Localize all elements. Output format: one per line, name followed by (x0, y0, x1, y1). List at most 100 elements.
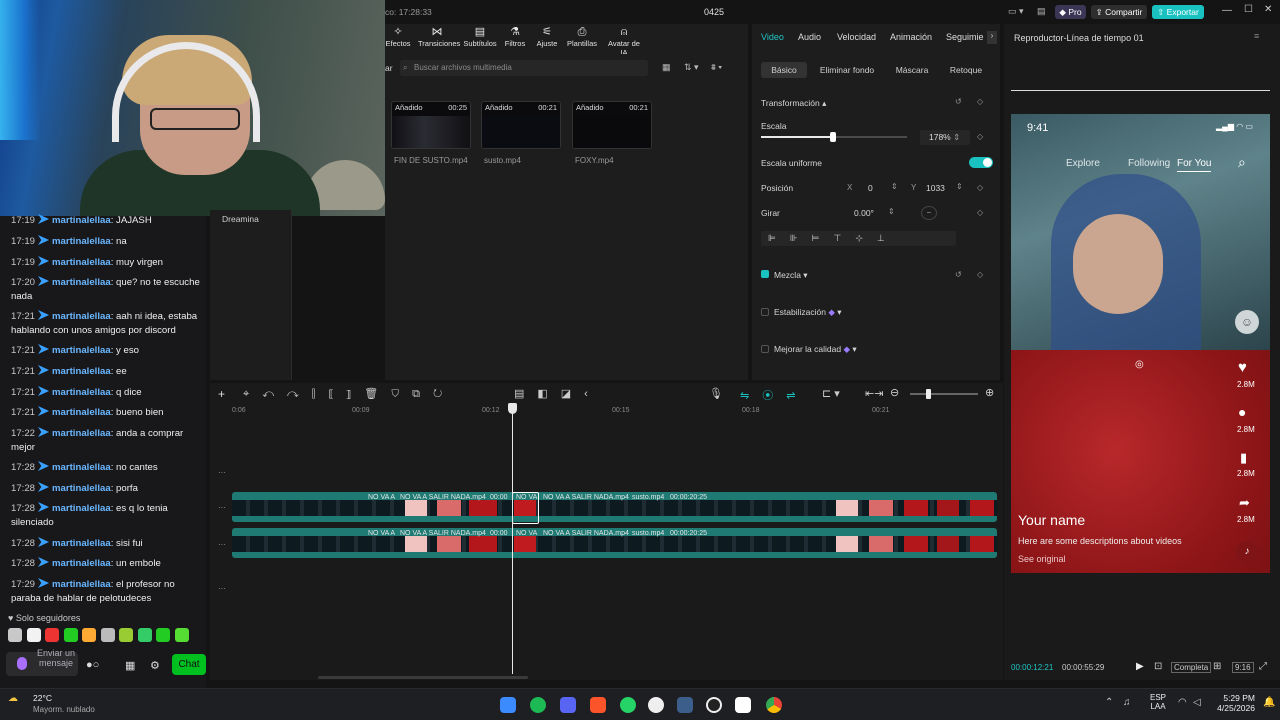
track-handle[interactable]: ⋯ (218, 584, 226, 593)
phone-tab-following[interactable]: Following (1128, 158, 1170, 169)
rotate-input[interactable]: 0.00° (854, 208, 874, 218)
share-icon[interactable]: ➦ (1239, 495, 1250, 511)
transform-section[interactable]: Transformación ▴ (761, 98, 826, 109)
chat-username[interactable]: martinalellaa (52, 538, 111, 549)
headset-icon[interactable]: ♫ (1123, 697, 1131, 708)
track-handle[interactable]: ⋯ (218, 503, 226, 512)
chat-username[interactable]: martinalellaa (52, 277, 111, 288)
share-button[interactable]: ⇪ Compartir (1091, 5, 1147, 19)
phone-tab-for-you[interactable]: For You (1177, 158, 1212, 172)
wifi-icon[interactable]: ◠ (1178, 697, 1187, 708)
pos-y-input[interactable]: 1033 (926, 183, 945, 193)
export-button[interactable]: ⇧ Exportar (1152, 5, 1204, 19)
weather-desc[interactable]: Mayorm. nublado (33, 705, 95, 714)
tab-animation[interactable]: Animación (890, 32, 932, 42)
minimize-icon[interactable]: — (1222, 5, 1232, 16)
dreamina-item[interactable]: Dreamina (222, 214, 259, 224)
subtab-retouch[interactable]: Retoque (945, 62, 987, 78)
import-button[interactable]: ar (385, 63, 393, 73)
timeline-scrollbar[interactable] (318, 676, 528, 679)
layout-icon[interactable]: ▭ ▾ (1008, 6, 1024, 17)
scale-input[interactable]: 178% ⇕ (920, 130, 970, 145)
see-original-link[interactable]: See original (1018, 554, 1066, 564)
volume-icon[interactable]: ◁ (1193, 697, 1201, 708)
keyframe-icon[interactable]: ◇ (977, 97, 983, 106)
store-icon[interactable]: ▦ (125, 659, 135, 672)
keyframe-icon[interactable]: ◇ (977, 183, 983, 192)
quality-dropdown[interactable]: Completa (1171, 662, 1212, 673)
ratio-dropdown[interactable]: 9:16 (1232, 662, 1254, 673)
zoom-handle[interactable] (926, 389, 931, 399)
close-icon[interactable]: ✕ (1264, 4, 1272, 15)
emote-icon[interactable] (119, 628, 133, 642)
discord-icon[interactable] (560, 697, 576, 713)
subtab-remove-bg[interactable]: Eliminar fondo (816, 62, 878, 78)
stepper-icon[interactable]: ⇕ (956, 182, 963, 191)
chat-username[interactable]: martinalellaa (52, 503, 111, 514)
stepper-icon[interactable]: ⇕ (888, 207, 895, 216)
tab-audio[interactable]: Audio (798, 32, 821, 42)
enhance-checkbox[interactable] (761, 345, 769, 353)
playhead-handle[interactable] (508, 403, 517, 414)
snap-tools[interactable]: ⇋⦿⇌ (740, 387, 808, 403)
emote-icon[interactable] (45, 628, 59, 642)
tool-subtitles[interactable]: ▤ Subtítulos (461, 25, 499, 48)
scale-slider-handle[interactable] (829, 132, 836, 142)
obs-icon[interactable] (706, 697, 722, 713)
reset-icon[interactable]: ↺ (955, 270, 962, 279)
align-buttons[interactable]: ⊫⊪⊨⊤⊹⊥ (761, 231, 956, 246)
chat-username[interactable]: martinalellaa (52, 311, 111, 322)
bits-icon[interactable]: ●○ (86, 659, 99, 671)
tab-video[interactable]: Video (761, 32, 784, 42)
emote-icon[interactable] (137, 628, 152, 642)
edit-tools-2[interactable]: ▤◧◪‹ (514, 387, 601, 400)
zoom-out-icon[interactable]: ⊖ (890, 386, 899, 399)
zoom-in-icon[interactable]: ⊕ (985, 386, 994, 399)
phone-tab-explore[interactable]: Explore (1066, 158, 1100, 169)
emote-icon[interactable] (26, 628, 41, 642)
github-icon[interactable] (648, 697, 664, 713)
chat-username[interactable]: martinalellaa (52, 215, 111, 226)
notification-icon[interactable]: 🔔 (1263, 697, 1275, 708)
chat-username[interactable]: martinalellaa (52, 257, 111, 268)
mic-icon[interactable]: 🎙 (709, 387, 723, 400)
chat-username[interactable]: martinalellaa (52, 483, 111, 494)
chat-username[interactable]: martinalellaa (52, 345, 111, 356)
gear-icon[interactable]: ⚙ (150, 659, 160, 672)
tab-speed[interactable]: Velocidad (837, 32, 876, 42)
subtab-mask[interactable]: Máscara (890, 62, 934, 78)
chat-username[interactable]: martinalellaa (52, 558, 111, 569)
uniform-scale-toggle[interactable] (969, 157, 993, 168)
keyframe-icon[interactable]: ◇ (977, 132, 983, 141)
emote-icon[interactable] (156, 628, 170, 642)
keyframe-icon[interactable]: ◇ (977, 208, 983, 217)
emote-icon[interactable] (63, 628, 78, 642)
search-icon[interactable]: ⌕ (1238, 154, 1246, 171)
preview-axis-icon[interactable]: ⊏ ▾ (822, 387, 840, 400)
snapshot-icon[interactable]: ⊡ (1154, 661, 1162, 672)
chat-username[interactable]: martinalellaa (52, 236, 111, 247)
bookmark-icon[interactable]: ▮ (1240, 450, 1247, 466)
windows-start-icon[interactable] (500, 697, 516, 713)
fit-icon[interactable]: ⊞ (1213, 661, 1221, 672)
chevron-right-icon[interactable]: › (987, 31, 997, 44)
steam-icon[interactable] (677, 697, 693, 713)
avatar[interactable]: ☺ (1235, 310, 1259, 334)
tool-ai-avatar[interactable]: ⍝ Avatar de IA (604, 25, 644, 57)
tool-adjust[interactable]: ⚟ Ajuste (528, 25, 566, 48)
media-clip[interactable]: Añadido 00:25 (391, 101, 471, 149)
emote-icon[interactable] (8, 628, 22, 642)
enhance-label[interactable]: Mejorar la calidad ◆ ▾ (774, 344, 857, 355)
blend-label[interactable]: Mezcla ▾ (774, 270, 808, 281)
media-search-input[interactable]: Buscar archivos multimedia (400, 60, 648, 76)
zoom-slider[interactable] (910, 393, 978, 395)
media-clip[interactable]: Añadido 00:21 (572, 101, 652, 149)
filter-icon[interactable]: ⩩ ▾ (711, 62, 722, 73)
capcut-icon[interactable] (735, 697, 751, 713)
clock[interactable]: 5:29 PM 4/25/2026 (1217, 693, 1255, 713)
grid-view-icon[interactable]: ▦ (662, 62, 671, 73)
chat-username[interactable]: martinalellaa (52, 366, 111, 377)
language-indicator[interactable]: ESP LAA (1150, 693, 1166, 711)
fullscreen-icon[interactable]: ⤢ (1259, 661, 1267, 672)
chat-send-button[interactable]: Chat (172, 654, 206, 675)
